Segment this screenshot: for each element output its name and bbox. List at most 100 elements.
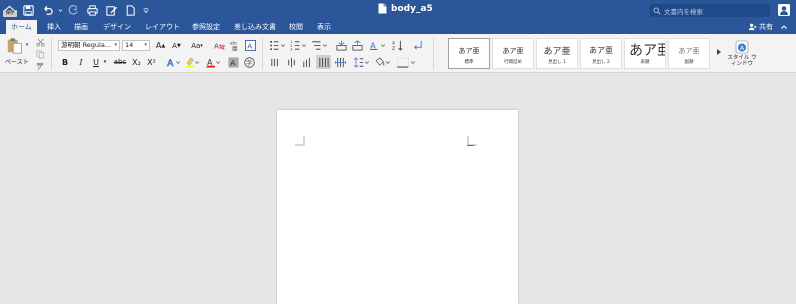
borders-icon[interactable]: [395, 56, 417, 68]
style-name: 見出し 2: [592, 60, 610, 65]
tab-insert[interactable]: 挿入: [47, 20, 61, 34]
search-placeholder: 文書内を検索: [664, 7, 703, 16]
clear-formatting-icon[interactable]: A: [212, 39, 226, 51]
bullets-icon[interactable]: [268, 39, 286, 51]
tab-home[interactable]: ホーム: [6, 20, 37, 34]
style-title[interactable]: あア亜 表題: [624, 38, 666, 69]
cut-icon[interactable]: [35, 37, 45, 47]
crop-mark-top-right: [467, 136, 477, 146]
share-button[interactable]: 共有: [748, 20, 773, 34]
font-size-combo[interactable]: 14 ▾: [122, 40, 150, 51]
grow-font-button[interactable]: A ▲: [154, 40, 167, 51]
show-formatting-marks-icon[interactable]: [410, 39, 424, 51]
svg-text:3: 3: [290, 47, 292, 50]
character-border-icon[interactable]: A: [244, 39, 256, 51]
add-person-icon: [748, 23, 757, 31]
svg-text:A: A: [247, 41, 252, 50]
text-effects-icon[interactable]: A: [165, 56, 181, 68]
paste-button[interactable]: [4, 36, 26, 56]
align-center-icon[interactable]: [284, 56, 298, 68]
tab-layout[interactable]: レイアウト: [145, 20, 180, 34]
save-icon[interactable]: [19, 1, 37, 19]
underline-button[interactable]: U: [90, 56, 102, 68]
gallery-more-arrow-icon[interactable]: [716, 48, 722, 56]
asian-layout-icon[interactable]: A: [368, 39, 386, 51]
document-page[interactable]: [277, 110, 518, 304]
line-spacing-icon[interactable]: [352, 56, 370, 68]
undo-icon[interactable]: [38, 1, 56, 19]
italic-button[interactable]: I: [74, 56, 88, 68]
styles-pane-button[interactable]: A スタイル ウィンドウ: [726, 38, 758, 72]
new-document-icon[interactable]: [121, 1, 139, 19]
style-no-spacing[interactable]: あア亜 行間詰め: [492, 38, 534, 69]
font-color-icon[interactable]: A: [205, 56, 221, 68]
edit-document-icon[interactable]: [102, 1, 120, 19]
justify-icon[interactable]: [316, 55, 331, 69]
font-name-value: 游明朝 Regula...: [61, 41, 112, 49]
document-icon: [378, 3, 387, 14]
change-case-button[interactable]: Aa ▾: [187, 40, 207, 51]
style-name: 見出し 1: [548, 60, 566, 65]
font-name-combo[interactable]: 游明朝 Regula... ▾: [58, 40, 120, 51]
align-left-icon[interactable]: [268, 56, 282, 68]
style-sample: あア亜: [678, 47, 700, 55]
character-shading-icon[interactable]: A: [227, 56, 239, 68]
crop-mark-top-left: [295, 136, 305, 146]
sort-icon[interactable]: AZ: [391, 39, 405, 51]
style-sample: あア亜: [589, 46, 613, 55]
collapse-ribbon-icon[interactable]: [780, 23, 788, 31]
shading-icon[interactable]: [373, 56, 391, 68]
style-sample: あア亜: [629, 43, 665, 59]
subscript-button[interactable]: X₂: [130, 56, 143, 68]
customize-qat-icon[interactable]: [140, 1, 152, 19]
document-title-text: body_a5: [391, 3, 433, 14]
svg-text:A: A: [214, 41, 219, 50]
svg-text:字: 字: [246, 59, 252, 67]
highlight-color-icon[interactable]: [184, 56, 200, 68]
distributed-icon[interactable]: [333, 56, 347, 68]
style-name: 標準: [464, 60, 474, 65]
tab-mailings[interactable]: 差し込み文書: [234, 20, 276, 34]
style-sample: あア亜: [543, 47, 571, 57]
separator: [433, 37, 434, 70]
increase-indent-icon[interactable]: [350, 39, 364, 51]
phonetic-guide-icon[interactable]: abc 亜: [229, 39, 241, 51]
tab-design[interactable]: デザイン: [103, 20, 131, 34]
tab-review[interactable]: 校閲: [289, 20, 303, 34]
copy-icon[interactable]: [35, 49, 45, 59]
superscript-button[interactable]: X²: [145, 56, 158, 68]
change-case-glyph: Aa: [191, 41, 201, 50]
svg-text:A: A: [167, 58, 174, 68]
style-subtitle[interactable]: あア亜 副題: [668, 38, 710, 69]
tab-references[interactable]: 参照設定: [192, 20, 220, 34]
svg-text:A: A: [207, 57, 213, 66]
numbering-icon[interactable]: 123: [289, 39, 307, 51]
enclose-characters-icon[interactable]: 字: [243, 56, 255, 68]
search-document-input[interactable]: 文書内を検索: [650, 4, 770, 17]
bold-button[interactable]: B: [58, 56, 72, 68]
style-heading-1[interactable]: あア亜 見出し 1: [536, 38, 578, 69]
shrink-font-button[interactable]: A ▼: [170, 40, 183, 51]
format-painter-icon[interactable]: [35, 61, 45, 71]
separator: [262, 37, 263, 70]
chevron-down-icon: ▾: [114, 42, 117, 48]
svg-text:A: A: [392, 40, 395, 45]
paste-dropdown-icon[interactable]: ▾: [24, 41, 30, 49]
undo-dropdown-icon[interactable]: [57, 1, 63, 19]
redo-icon[interactable]: [64, 1, 82, 19]
style-name: 表題: [640, 60, 650, 65]
style-sample: あア亜: [458, 47, 480, 55]
ribbon-tab-bar: ホーム 挿入 描画 デザイン レイアウト 参照設定 差し込み文書 校閲 表示 共…: [0, 20, 796, 34]
decrease-indent-icon[interactable]: [334, 39, 348, 51]
style-heading-2[interactable]: あア亜 見出し 2: [580, 38, 622, 69]
print-icon[interactable]: [83, 1, 101, 19]
style-normal[interactable]: あア亜 標準: [448, 38, 490, 69]
tab-view[interactable]: 表示: [317, 20, 331, 34]
align-right-icon[interactable]: [300, 56, 314, 68]
style-name: 副題: [684, 60, 694, 65]
strikethrough-button[interactable]: abc: [111, 56, 129, 68]
tab-draw[interactable]: 描画: [74, 20, 88, 34]
underline-dropdown-icon[interactable]: ▾: [102, 56, 108, 68]
account-icon[interactable]: [777, 3, 791, 17]
multilevel-list-icon[interactable]: [310, 39, 328, 51]
